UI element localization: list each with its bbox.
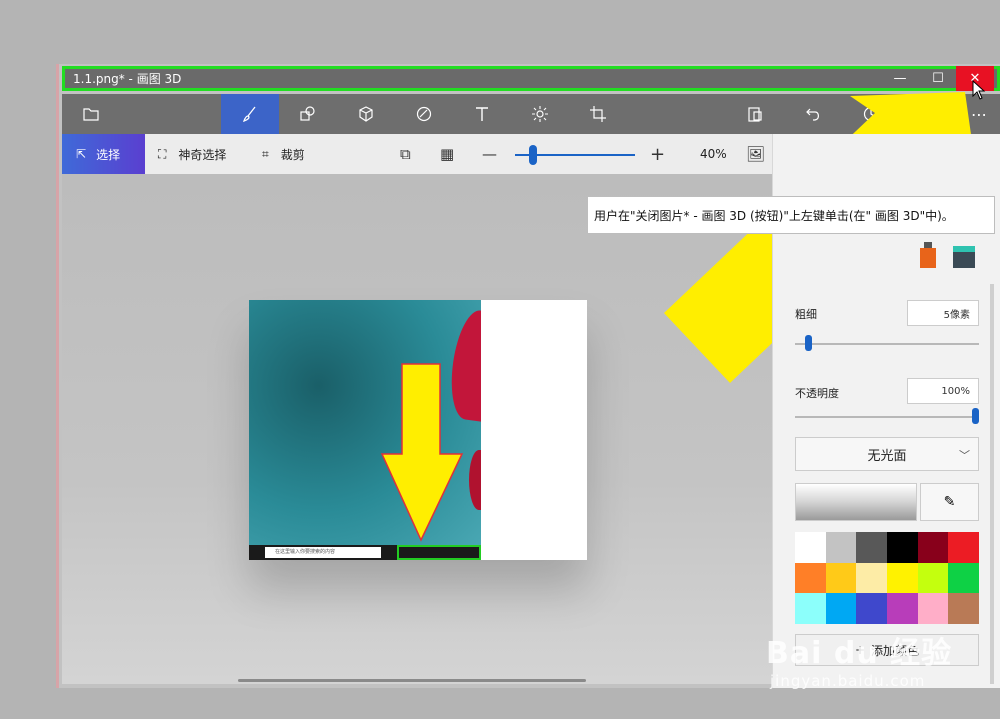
fill-bucket-icon[interactable] xyxy=(951,240,977,270)
finish-value: 无光面 xyxy=(867,448,907,464)
taskbar-search-box: 在这里输入你要搜索的内容 xyxy=(265,547,381,558)
action-tooltip: 用户在"关闭图片* - 画图 3D (按钮)"上左键单击(在" 画图 3D"中)… xyxy=(587,196,995,234)
view-3d-icon: ⧉ xyxy=(400,145,411,163)
color-swatch[interactable] xyxy=(825,532,857,563)
opacity-label: 不透明度 xyxy=(795,387,839,400)
color-swatch[interactable] xyxy=(948,532,979,563)
thickness-slider-thumb[interactable] xyxy=(805,335,812,351)
mouse-cursor-icon xyxy=(972,80,986,100)
canvas-horizontal-scrollbar[interactable] xyxy=(238,679,586,682)
grid-button[interactable]: ▦ xyxy=(440,134,454,174)
panel-scrollbar[interactable] xyxy=(990,284,994,684)
color-swatch[interactable] xyxy=(795,562,826,594)
finish-dropdown[interactable]: 无光面 ﹀ xyxy=(795,437,979,471)
chevron-down-icon: ﹀ xyxy=(959,449,970,462)
thickness-slider[interactable] xyxy=(795,343,979,345)
watermark-url: jingyan.baidu.com xyxy=(770,672,926,690)
color-swatch[interactable] xyxy=(886,562,918,594)
brush-icon xyxy=(242,106,256,123)
select-cursor-icon: ⇱ xyxy=(76,147,87,161)
tab-stickers[interactable] xyxy=(395,94,453,134)
yellow-down-arrow xyxy=(380,363,464,542)
select-label: 选择 xyxy=(96,147,121,162)
magic-select-label: 神奇选择 xyxy=(178,147,227,162)
menu-button[interactable] xyxy=(62,94,120,134)
color-swatch[interactable] xyxy=(948,562,979,594)
color-swatch[interactable] xyxy=(856,562,887,594)
crop-label: 裁剪 xyxy=(280,147,305,162)
color-swatch[interactable] xyxy=(917,562,949,594)
color-swatch[interactable] xyxy=(825,562,857,594)
sun-icon xyxy=(532,106,548,122)
taskbar-image: 在这里输入你要搜索的内容 xyxy=(249,545,481,560)
magic-select-icon: ⛶ xyxy=(158,146,167,161)
shapes-icon xyxy=(300,106,315,121)
tab-effects[interactable] xyxy=(511,94,569,134)
thickness-label: 粗细 xyxy=(795,308,817,321)
eyedropper-icon: ✎ xyxy=(943,494,956,510)
magic-select-button[interactable]: ⛶ 神奇选择 xyxy=(158,134,226,174)
grid-icon: ▦ xyxy=(440,145,455,163)
tab-text[interactable] xyxy=(453,94,511,134)
cube-icon xyxy=(359,106,373,122)
crop-button[interactable]: ⌗ 裁剪 xyxy=(262,134,305,174)
tab-2d-shapes[interactable] xyxy=(279,94,337,134)
opacity-slider[interactable] xyxy=(795,416,979,418)
color-swatch[interactable] xyxy=(795,532,826,563)
zoom-out-button[interactable]: — xyxy=(482,134,497,174)
tab-3d-shapes[interactable] xyxy=(337,94,395,134)
thickness-input[interactable]: 5像素 xyxy=(907,300,979,326)
baidu-watermark: Bai du 经验 jingyan.baidu.com xyxy=(766,610,956,700)
color-swatch[interactable] xyxy=(917,532,949,563)
zoom-slider-thumb[interactable] xyxy=(529,145,537,165)
flower-petal-lower xyxy=(469,450,481,510)
folder-icon xyxy=(83,108,99,121)
window-edge xyxy=(56,64,59,688)
opacity-input[interactable]: 100% xyxy=(907,378,979,404)
watermark-brand: Bai du 经验 xyxy=(766,636,953,671)
view-3d-button[interactable]: ⧉ xyxy=(400,134,411,174)
color-swatch[interactable] xyxy=(856,532,887,563)
spray-can-icon[interactable] xyxy=(917,240,939,270)
taskbar-apps-highlight xyxy=(397,545,481,560)
crop-canvas-icon xyxy=(590,106,606,122)
color-swatch[interactable] xyxy=(886,532,918,563)
current-color-preview[interactable] xyxy=(795,483,917,521)
select-button[interactable]: ⇱ 选择 xyxy=(62,134,145,174)
eyedropper-button[interactable]: ✎ xyxy=(920,483,979,521)
tab-brushes[interactable] xyxy=(221,94,279,134)
window-title: 1.1.png* - 画图 3D xyxy=(73,72,182,86)
opacity-slider-thumb[interactable] xyxy=(972,408,979,424)
crop-icon: ⌗ xyxy=(262,146,269,161)
text-icon xyxy=(476,107,488,121)
tab-canvas[interactable] xyxy=(569,94,627,134)
sticker-icon xyxy=(416,106,432,122)
